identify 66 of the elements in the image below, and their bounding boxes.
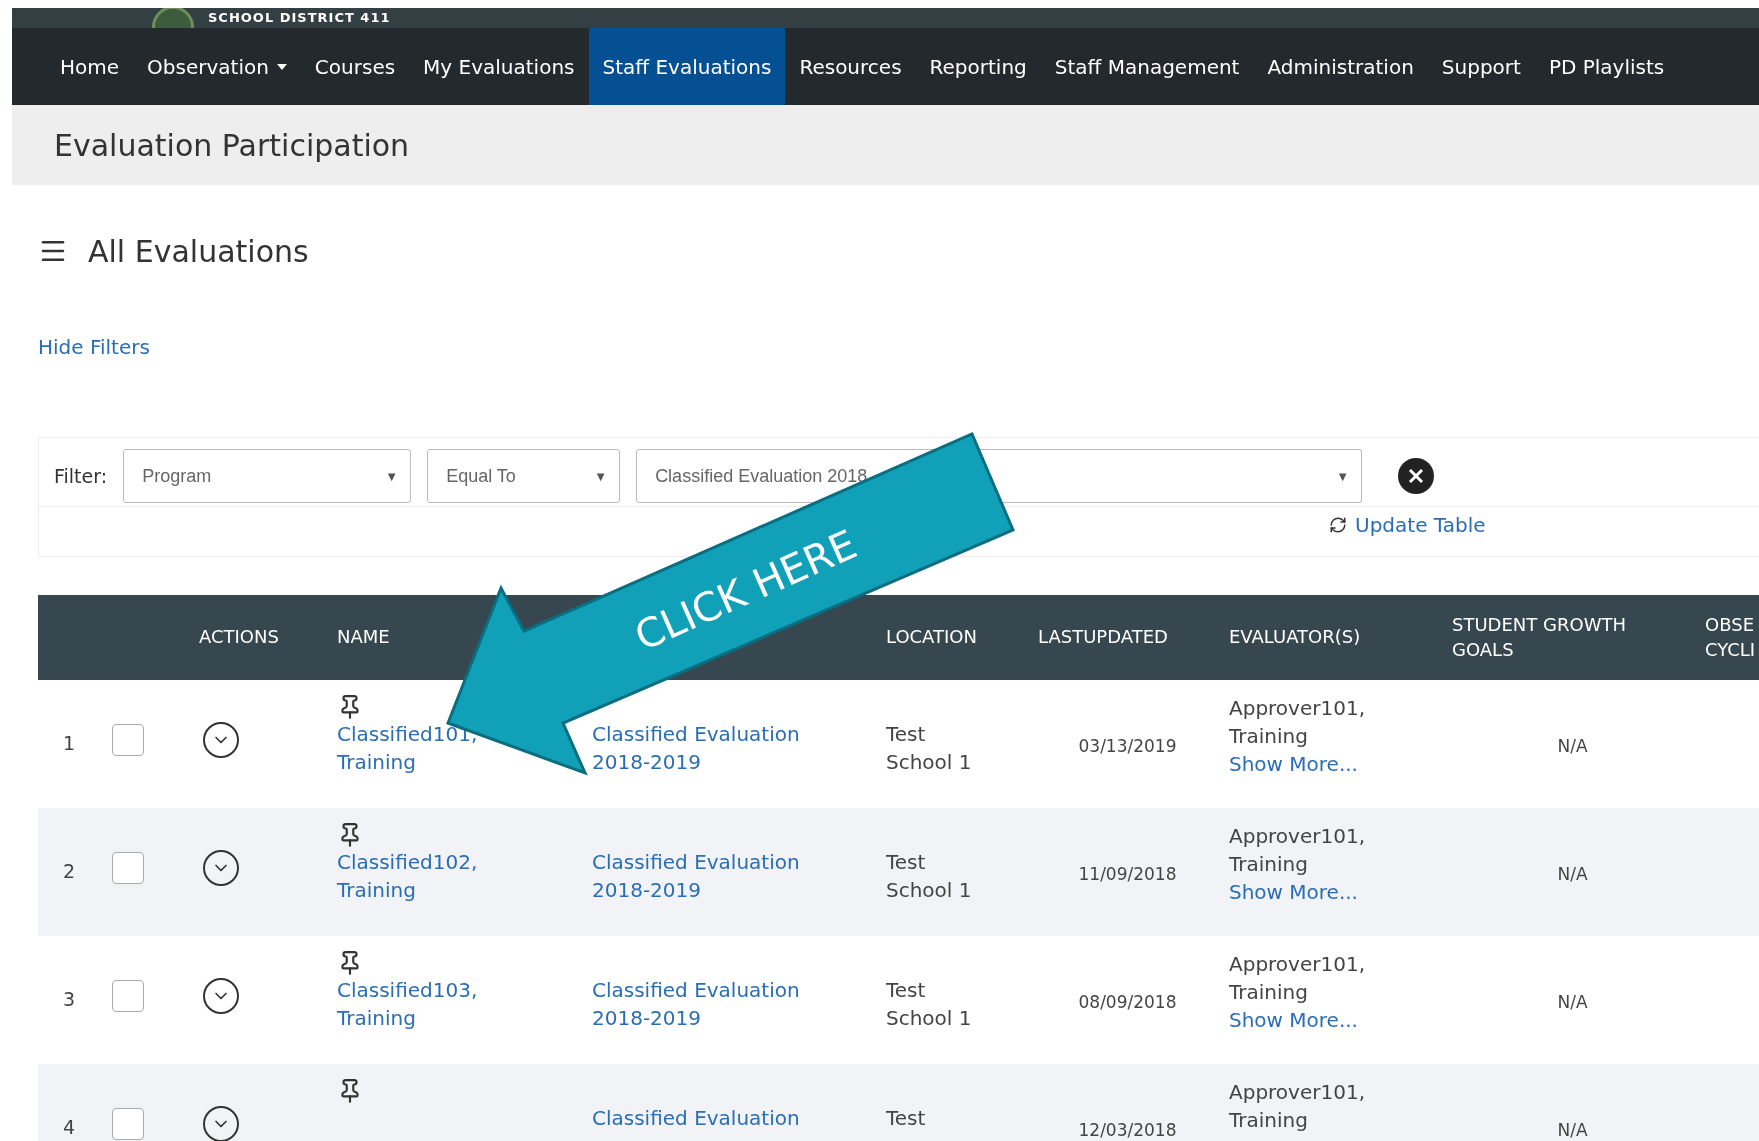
- column-header[interactable]: NAME: [337, 625, 390, 650]
- actions-button[interactable]: [203, 722, 239, 758]
- column-header[interactable]: ACTIONS: [199, 625, 279, 650]
- row-checkbox[interactable]: [112, 852, 144, 884]
- nav-tab[interactable]: Resources: [785, 28, 916, 105]
- row-checkbox[interactable]: [112, 1108, 144, 1140]
- goals-text: N/A: [1557, 736, 1588, 756]
- nav-tab[interactable]: Courses: [300, 28, 410, 105]
- actions-button[interactable]: [203, 978, 239, 1014]
- nav-tab[interactable]: Staff Evaluations: [588, 28, 786, 105]
- update-table-link[interactable]: Update Table: [1329, 513, 1486, 537]
- district-name: SCHOOL DISTRICT 411: [208, 9, 391, 27]
- refresh-icon: [1329, 516, 1347, 534]
- column-header[interactable]: EVALUATOR(S): [1229, 625, 1361, 650]
- page-title: Evaluation Participation: [54, 127, 410, 163]
- location-text: Test School 1: [886, 849, 972, 904]
- location-text: Test School 1: [886, 721, 972, 776]
- goals-text: N/A: [1557, 992, 1588, 1012]
- section-title: All Evaluations: [88, 233, 309, 269]
- nav-tab[interactable]: Reporting: [915, 28, 1041, 105]
- operator-select[interactable]: Equal To ▼: [427, 449, 621, 503]
- evaluator-text: Approver101, Training: [1229, 1079, 1365, 1134]
- column-header[interactable]: OBSE CYCLI: [1705, 613, 1759, 662]
- row-checkbox[interactable]: [112, 980, 144, 1012]
- goals-text: N/A: [1557, 864, 1588, 884]
- row-checkbox[interactable]: [112, 724, 144, 756]
- actions-button[interactable]: [203, 1106, 239, 1141]
- column-header[interactable]: LOCATION: [886, 625, 977, 650]
- field-select[interactable]: Program ▼: [123, 449, 412, 503]
- column-header[interactable]: LASTUPDATED: [1038, 625, 1168, 650]
- updated-date: 12/03/2018: [1078, 1120, 1177, 1140]
- row-number: 1: [61, 732, 77, 754]
- nav-tab[interactable]: PD Playlists: [1534, 28, 1679, 105]
- column-header[interactable]: STUDENT GROWTH GOALS: [1452, 613, 1693, 662]
- nav-tab[interactable]: Observation: [133, 28, 301, 105]
- location-text: Test School 1: [886, 977, 972, 1032]
- show-more-link[interactable]: Show More...: [1229, 750, 1358, 778]
- nav-tab[interactable]: Support: [1427, 28, 1535, 105]
- staff-name-link[interactable]: Classified102, Training: [337, 848, 478, 904]
- clear-filter-icon[interactable]: [1398, 458, 1435, 494]
- actions-button[interactable]: [203, 850, 239, 886]
- row-number: 4: [61, 1116, 77, 1138]
- program-link[interactable]: Classified Evaluation 2018-2019: [592, 976, 800, 1032]
- nav-tab[interactable]: Administration: [1253, 28, 1428, 105]
- evaluator-text: Approver101, Training: [1229, 695, 1365, 750]
- updated-date: 11/09/2018: [1078, 864, 1177, 884]
- nav-tab[interactable]: My Evaluations: [409, 28, 589, 105]
- show-more-link[interactable]: Show More...: [1229, 1006, 1358, 1034]
- staff-name-link[interactable]: Classified103, Training: [337, 976, 478, 1032]
- goals-text: N/A: [1557, 1120, 1588, 1140]
- row-number: 2: [61, 860, 77, 882]
- updated-date: 08/09/2018: [1078, 992, 1177, 1012]
- evaluator-text: Approver101, Training: [1229, 951, 1365, 1006]
- staff-name-link[interactable]: Classified101, Training: [337, 720, 478, 776]
- hide-filters-link[interactable]: Hide Filters: [38, 335, 150, 359]
- row-number: 3: [61, 988, 77, 1010]
- filter-label: Filter:: [54, 465, 108, 487]
- program-link[interactable]: Classified Evaluation 2018-2019: [592, 720, 800, 776]
- evaluator-text: Approver101, Training: [1229, 823, 1365, 878]
- nav-tab[interactable]: Home: [46, 28, 134, 105]
- program-link[interactable]: Classified Evaluation: [592, 1104, 800, 1132]
- updated-date: 03/13/2019: [1078, 736, 1177, 756]
- nav-tab[interactable]: Staff Management: [1040, 28, 1254, 105]
- program-link[interactable]: Classified Evaluation 2018-2019: [592, 848, 800, 904]
- show-more-link[interactable]: Show More...: [1229, 878, 1358, 906]
- location-text: Test: [886, 1105, 926, 1132]
